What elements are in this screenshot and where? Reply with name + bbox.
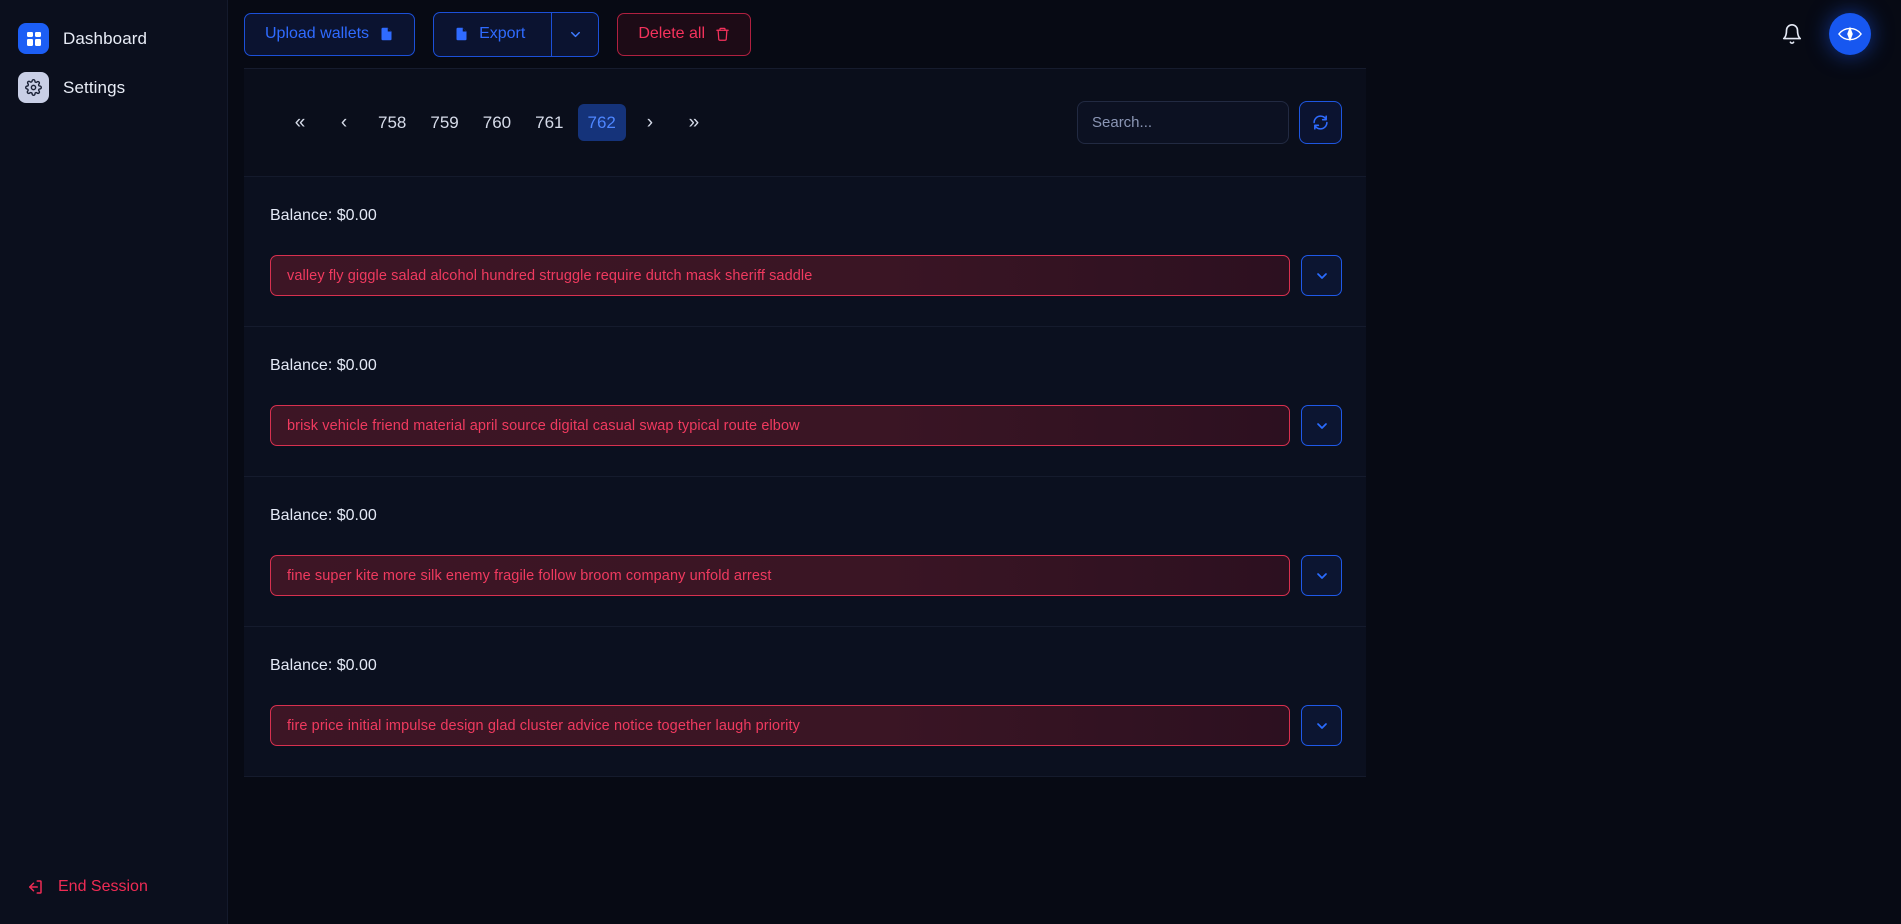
- wallet-list: Balance: $0.00 valley fly giggle salad a…: [244, 177, 1366, 777]
- wallet-expand-button[interactable]: [1301, 555, 1342, 596]
- eye-avatar-icon: [1837, 23, 1863, 45]
- pagination-first-button[interactable]: «: [280, 104, 320, 141]
- chevron-down-icon: [568, 27, 583, 42]
- pagination-page-759[interactable]: 759: [420, 104, 468, 141]
- seed-phrase-field[interactable]: fire price initial impulse design glad c…: [270, 705, 1290, 746]
- search-input[interactable]: [1077, 101, 1289, 144]
- sidebar-footer: End Session: [0, 872, 227, 924]
- refresh-icon: [1312, 114, 1329, 131]
- wallet-card: Balance: $0.00 valley fly giggle salad a…: [244, 177, 1366, 327]
- delete-all-button[interactable]: Delete all: [617, 12, 752, 56]
- trash-icon: [715, 26, 730, 42]
- pagination-page-762[interactable]: 762: [577, 104, 626, 141]
- wallet-balance: Balance: $0.00: [270, 657, 377, 674]
- wallet-balance: Balance: $0.00: [270, 507, 377, 524]
- wallet-balance: Balance: $0.00: [270, 207, 377, 224]
- gear-icon: [18, 72, 49, 103]
- pagination-panel: « ‹ 758 759 760 761 762 › »: [244, 69, 1366, 177]
- app-root: Dashboard Settings End Session Upload wa…: [0, 0, 1901, 924]
- sidebar: Dashboard Settings End Session: [0, 0, 228, 924]
- wallet-balance: Balance: $0.00: [270, 357, 377, 374]
- pagination: « ‹ 758 759 760 761 762 › »: [280, 104, 714, 141]
- export-button[interactable]: Export: [434, 12, 553, 56]
- main-content: Upload wallets Export Delete all « ‹ 758…: [228, 0, 1901, 924]
- wallet-card: Balance: $0.00 fire price initial impuls…: [244, 627, 1366, 777]
- avatar[interactable]: [1829, 13, 1871, 55]
- chevron-down-icon: [1314, 568, 1330, 584]
- refresh-button[interactable]: [1299, 101, 1342, 144]
- document-icon: [454, 26, 469, 42]
- wallet-phrase-row: fire price initial impulse design glad c…: [270, 705, 1342, 746]
- wallet-card: Balance: $0.00 brisk vehicle friend mate…: [244, 327, 1366, 477]
- end-session-button[interactable]: End Session: [22, 872, 209, 902]
- search-group: [1077, 101, 1342, 144]
- chevron-down-icon: [1314, 418, 1330, 434]
- pagination-next-button[interactable]: ›: [630, 104, 670, 141]
- export-dropdown-toggle[interactable]: [552, 13, 598, 56]
- end-session-label: End Session: [58, 878, 148, 895]
- notifications-button[interactable]: [1775, 17, 1809, 51]
- chevron-down-icon: [1314, 268, 1330, 284]
- seed-phrase-field[interactable]: fine super kite more silk enemy fragile …: [270, 555, 1290, 596]
- wallet-phrase-row: fine super kite more silk enemy fragile …: [270, 555, 1342, 596]
- seed-phrase-field[interactable]: brisk vehicle friend material april sour…: [270, 405, 1290, 446]
- toolbar-right-group: [1775, 13, 1871, 55]
- export-split-button: Export: [433, 11, 600, 57]
- pagination-page-758[interactable]: 758: [368, 104, 416, 141]
- sidebar-item-settings[interactable]: Settings: [0, 63, 227, 112]
- file-upload-icon: [379, 26, 394, 42]
- sidebar-item-label: Settings: [63, 77, 126, 97]
- bell-icon: [1781, 23, 1803, 45]
- wallet-phrase-row: brisk vehicle friend material april sour…: [270, 405, 1342, 446]
- wallet-card: Balance: $0.00 fine super kite more silk…: [244, 477, 1366, 627]
- chevron-down-icon: [1314, 718, 1330, 734]
- grid-icon: [18, 23, 49, 54]
- wallet-expand-button[interactable]: [1301, 405, 1342, 446]
- pagination-prev-button[interactable]: ‹: [324, 104, 364, 141]
- delete-all-label: Delete all: [638, 25, 706, 42]
- sidebar-item-label: Dashboard: [63, 28, 148, 48]
- pagination-page-760[interactable]: 760: [473, 104, 521, 141]
- upload-wallets-button[interactable]: Upload wallets: [244, 12, 416, 56]
- seed-phrase-field[interactable]: valley fly giggle salad alcohol hundred …: [270, 255, 1290, 296]
- pagination-last-button[interactable]: »: [674, 104, 714, 141]
- pagination-page-761[interactable]: 761: [525, 104, 573, 141]
- upload-wallets-label: Upload wallets: [265, 25, 370, 42]
- export-label: Export: [479, 25, 526, 42]
- sidebar-item-dashboard[interactable]: Dashboard: [0, 14, 227, 63]
- wallet-expand-button[interactable]: [1301, 705, 1342, 746]
- wallet-phrase-row: valley fly giggle salad alcohol hundred …: [270, 255, 1342, 296]
- top-toolbar: Upload wallets Export Delete all: [228, 0, 1901, 68]
- wallet-expand-button[interactable]: [1301, 255, 1342, 296]
- logout-icon: [26, 878, 44, 896]
